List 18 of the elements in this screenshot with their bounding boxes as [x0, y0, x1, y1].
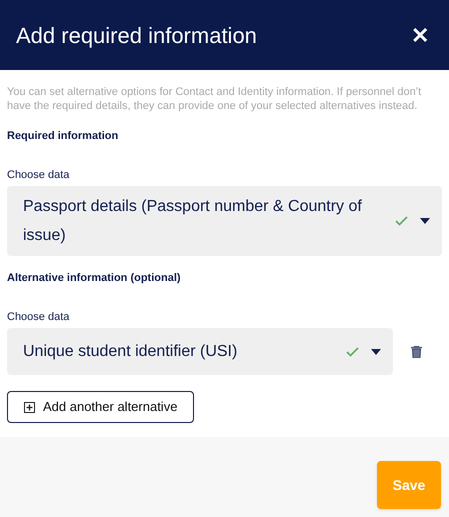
section-heading: Required information [7, 129, 120, 144]
intro-text: You can set alternative options for Contact and Identity information. If personnel don’t have the required details, they can provide one of your selected alternatives instead. [7, 85, 422, 113]
add-alternative-button[interactable]: Add another alternative [7, 391, 194, 423]
trash-icon [411, 346, 422, 358]
close-button[interactable]: ✕ [411, 18, 429, 52]
caret-icon [371, 348, 381, 354]
select-value: Passport details (Passport number & Country of issue) [23, 197, 363, 246]
field-label: Choose data [7, 168, 70, 182]
plus-square-icon [24, 402, 35, 412]
check-icon [346, 346, 359, 356]
data-select[interactable]: Passport details (Passport number & Country of issue) [7, 186, 442, 256]
select-value: Unique student identifier (USI) [23, 342, 238, 362]
data-select[interactable]: Unique student identifier (USI) [7, 328, 393, 375]
dialog-title: Add required information [16, 22, 257, 50]
section-heading: Alternative information (optional) [7, 271, 182, 286]
caret-icon [420, 218, 430, 224]
field-label: Choose data [7, 310, 70, 324]
check-icon [395, 216, 408, 226]
